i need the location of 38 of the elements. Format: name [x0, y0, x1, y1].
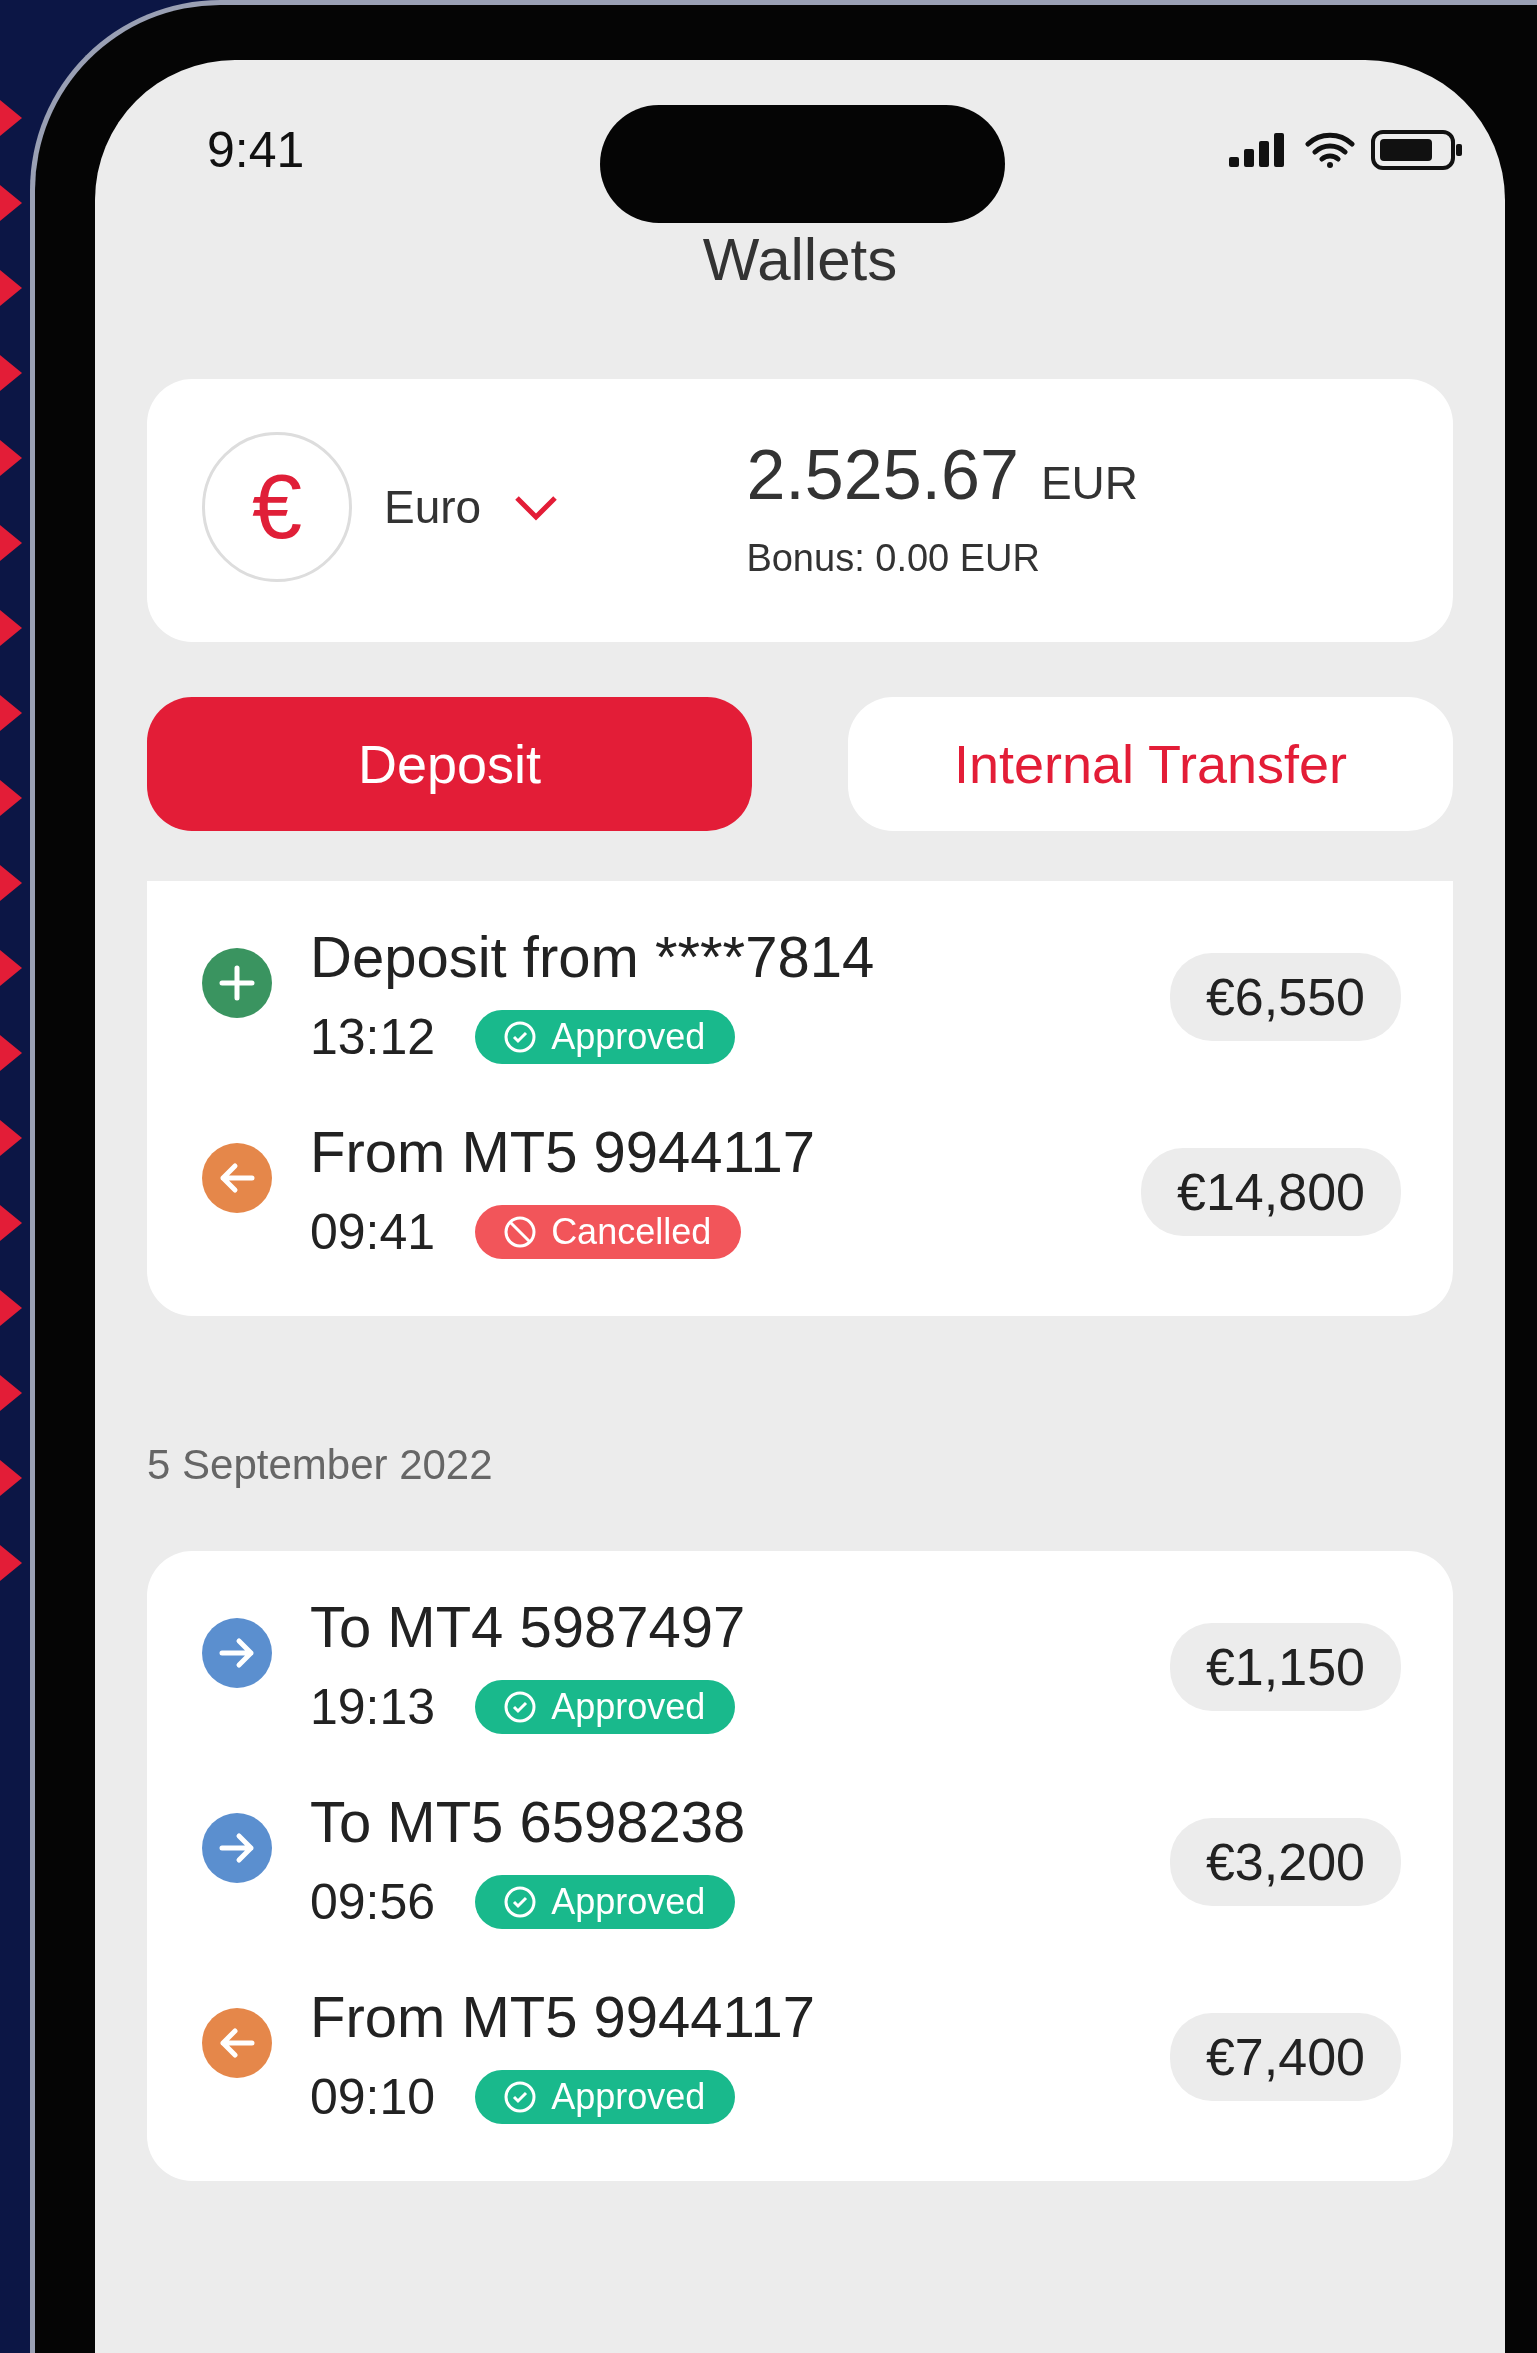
status-badge: Approved: [475, 1010, 736, 1064]
currency-icon: €: [202, 432, 352, 582]
balance-unit: EUR: [1040, 455, 1138, 510]
bonus-text: Bonus: 0.00 EUR: [746, 536, 1041, 580]
transaction-time: 13:12: [310, 1008, 436, 1066]
balance-amount: 2.525.67: [746, 434, 1019, 515]
status-time: 9:41: [207, 121, 305, 179]
amount-pill: €7,400: [1169, 2013, 1401, 2101]
transaction-title: From MT5 9944117: [310, 1118, 816, 1185]
battery-icon: [1371, 130, 1463, 170]
status-badge: Approved: [475, 2070, 736, 2124]
transaction-title: Deposit from ****7814: [310, 923, 875, 990]
prohibited-icon: [503, 1215, 538, 1249]
amount-pill: €1,150: [1169, 1623, 1401, 1711]
primary-button[interactable]: Deposit: [147, 697, 752, 831]
check-circle-icon: [503, 1020, 538, 1054]
currency-name[interactable]: Euro: [384, 480, 482, 534]
page-title: Wallets: [701, 225, 899, 294]
transaction-title: From MT5 9944117: [310, 1983, 816, 2050]
transaction-time: 09:56: [310, 1873, 436, 1931]
amount-pill: €6,550: [1169, 953, 1401, 1041]
plus-icon: [202, 948, 272, 1018]
date-header: 5 September 2022: [147, 1441, 494, 1489]
status-badge: Cancelled: [475, 1205, 742, 1259]
check-circle-icon: [503, 2080, 538, 2114]
check-circle-icon: [503, 1885, 538, 1919]
transaction-title: To MT5 6598238: [310, 1788, 746, 1855]
transaction-time: 19:13: [310, 1678, 436, 1736]
transaction-title: To MT4 5987497: [310, 1593, 746, 1660]
amount-pill: €3,200: [1169, 1818, 1401, 1906]
transaction-time: 09:10: [310, 2068, 436, 2126]
transaction-time: 09:41: [310, 1203, 436, 1261]
check-circle-icon: [503, 1690, 538, 1724]
amount-pill: €14,800: [1141, 1148, 1401, 1236]
status-badge: Approved: [475, 1680, 736, 1734]
wifi-icon: [1305, 132, 1355, 168]
secondary-button[interactable]: Internal Transfer: [848, 697, 1453, 831]
status-badge: Approved: [475, 1875, 736, 1929]
